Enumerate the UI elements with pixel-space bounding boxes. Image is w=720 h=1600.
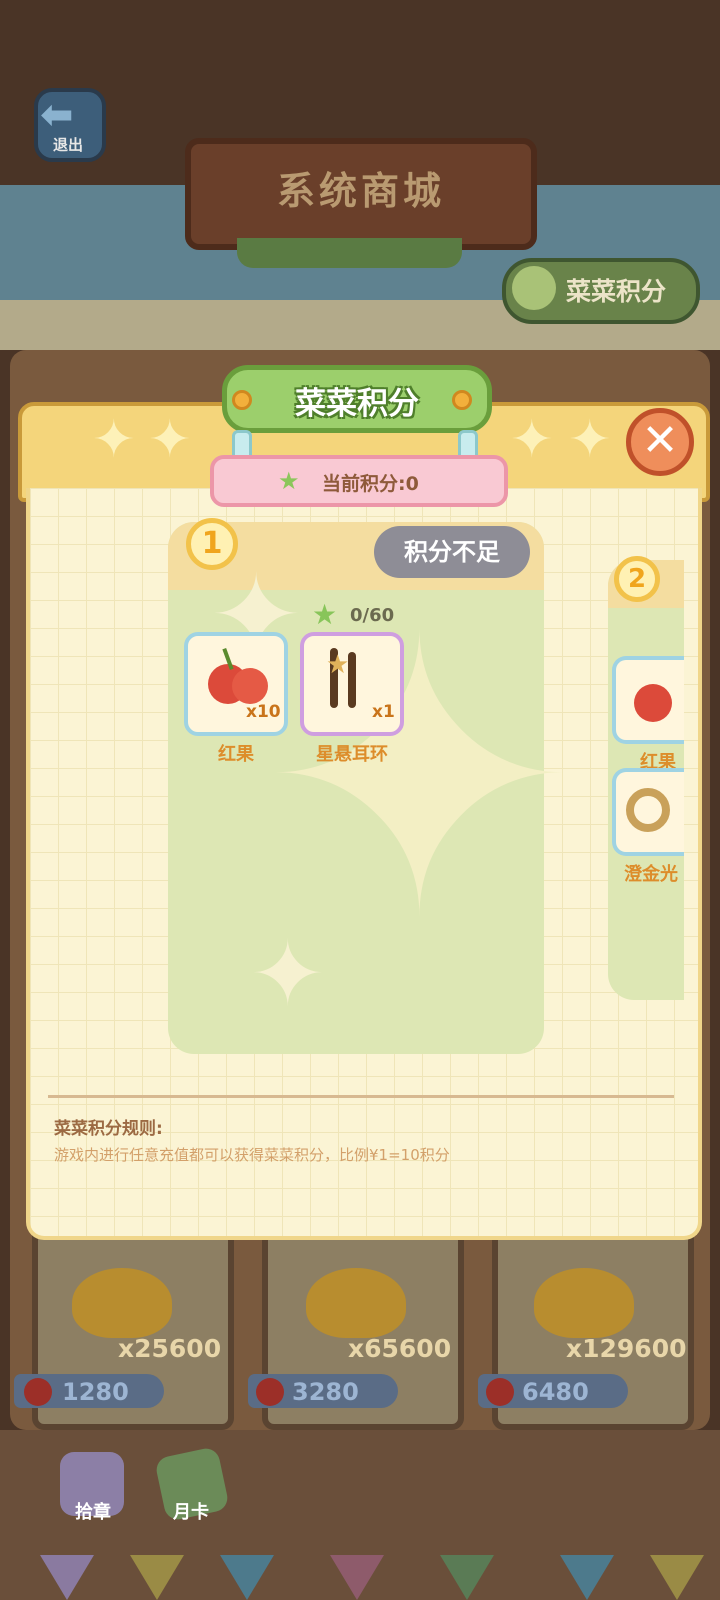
cherry-icon [634, 684, 672, 722]
star-charm-icon: ★ [326, 650, 350, 680]
modal-title: 菜菜积分 [295, 386, 419, 422]
tier-progress: 0/60 [350, 605, 395, 626]
shop-title: 系统商城 [276, 169, 445, 213]
coin-pack-amount: x129600 [566, 1334, 687, 1363]
back-arrow-icon: ⬅ [40, 92, 74, 138]
coins-icon [534, 1268, 634, 1338]
reward-quantity: x10 [246, 702, 281, 722]
current-points-label: 当前积分:0 [322, 473, 419, 495]
close-button[interactable]: ✕ [626, 408, 694, 476]
month-card-label: 月卡 [173, 1502, 209, 1523]
rules-title: 菜菜积分规则: [54, 1119, 163, 1139]
coins-icon [72, 1268, 172, 1338]
star-decoration-icon: ✦ [568, 410, 612, 470]
price-label: 3280 [292, 1378, 359, 1406]
exit-label: 退出 [52, 136, 83, 154]
cabbage-icon [512, 266, 556, 310]
cherry-icon [24, 1378, 52, 1406]
badge-shop-label: 拾章 [75, 1502, 111, 1523]
cherry-icon [486, 1378, 514, 1406]
points-button-label: 菜菜积分 [566, 277, 667, 306]
coin-pack-amount: x25600 [118, 1334, 222, 1363]
coin-pack-amount: x65600 [348, 1334, 452, 1363]
gold-ring-icon [626, 788, 670, 832]
tier-number-badge: 1 [186, 518, 238, 570]
star-decoration-icon: ✦ [92, 410, 136, 470]
insufficient-points-button[interactable]: 积分不足 [374, 526, 530, 578]
star-decoration-icon: ✦ [510, 410, 554, 470]
cherry-icon [256, 1378, 284, 1406]
price-label: 1280 [62, 1378, 129, 1406]
sparkle-decoration-icon: ✦ [250, 922, 326, 1027]
star-decoration-icon: ✦ [148, 410, 192, 470]
reward-item-name: 红果 [218, 744, 254, 765]
green-star-icon: ★ [312, 598, 338, 631]
green-star-icon: ★ [278, 467, 300, 495]
coins-icon [306, 1268, 406, 1338]
rules-divider [48, 1095, 674, 1098]
cherry-icon-part [232, 668, 268, 704]
reward-item-name: 星悬耳环 [316, 744, 388, 765]
sign-trim [237, 238, 462, 268]
price-label: 6480 [522, 1378, 589, 1406]
tier-number-badge: 2 [614, 556, 660, 602]
rules-text: 游戏内进行任意充值都可以获得菜菜积分，比例¥1=10积分 [54, 1146, 450, 1164]
reward-quantity: x1 [372, 702, 395, 722]
reward-item-name: 澄金光 [624, 864, 678, 885]
